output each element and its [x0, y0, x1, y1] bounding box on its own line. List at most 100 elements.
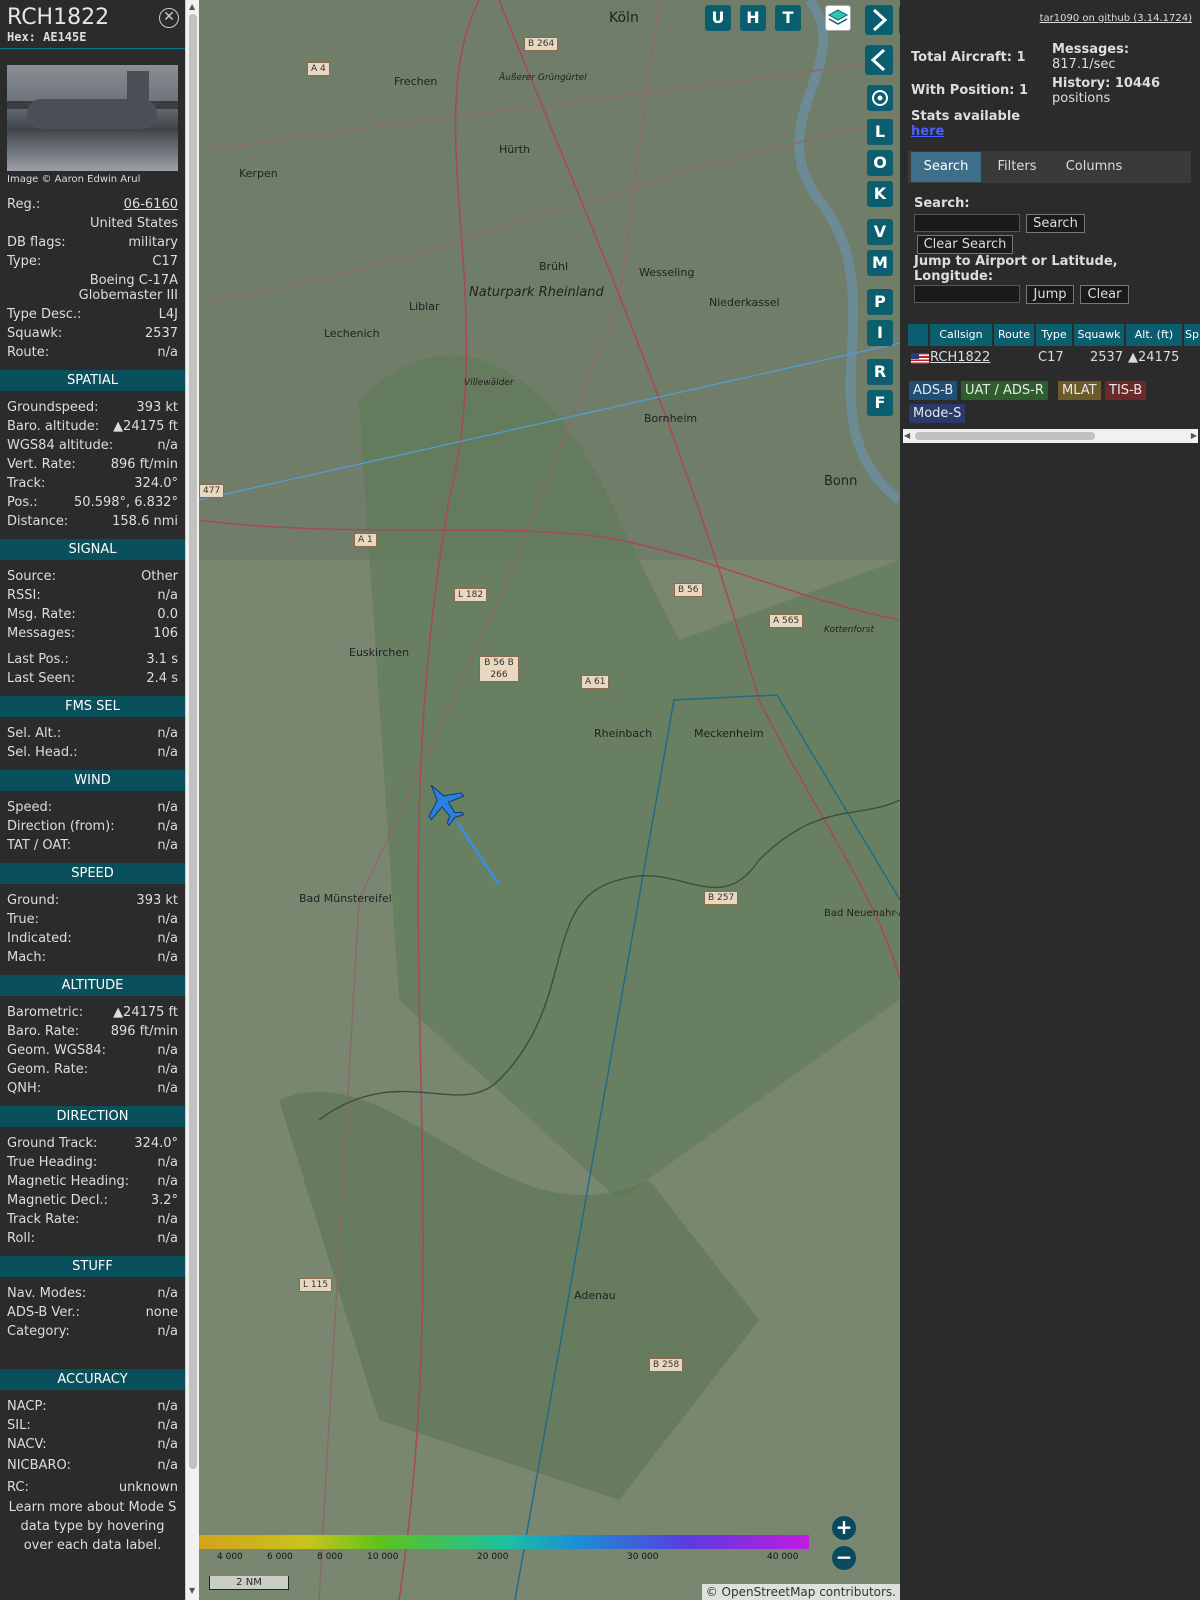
with-position: With Position: 1	[911, 83, 1029, 98]
detail-row-label: Track:	[7, 476, 46, 491]
chevron-right-icon[interactable]	[865, 5, 893, 35]
clear-button[interactable]: Clear	[1080, 285, 1129, 304]
detail-row-value[interactable]: 06-6160	[124, 195, 178, 214]
map-place-label: Villewälder	[464, 378, 514, 388]
detail-row: Sel. Alt.: n/a	[0, 724, 185, 743]
search-input[interactable]	[914, 214, 1020, 232]
map-btn-r[interactable]: R	[867, 359, 893, 385]
detail-row-value: 324.0°	[134, 476, 178, 491]
detail-row-label: QNH:	[7, 1081, 42, 1096]
map-place-label: Meckenheim	[694, 727, 764, 740]
map-canvas[interactable]: Köln Frechen Hürth Brühl Wesseling Niederkass…	[199, 0, 900, 1600]
col-flag[interactable]	[908, 324, 928, 346]
tab-filters[interactable]: Filters	[984, 152, 1050, 182]
detail-sections: SPATIAL Groundspeed: 393 kt Baro. altitude:…	[0, 370, 185, 1497]
detail-row-label: Pos.:	[7, 495, 38, 510]
detail-row: WGS84 altitude: n/a	[0, 436, 185, 455]
detail-row-value: 896 ft/min	[110, 457, 178, 472]
map-btn-m[interactable]: M	[867, 250, 893, 276]
detail-row: Ground Track: 324.0°	[0, 1134, 185, 1153]
jump-input[interactable]	[914, 285, 1020, 303]
chevron-left-icon[interactable]	[865, 45, 893, 75]
col-speed[interactable]: Sp	[1184, 324, 1200, 346]
map-road-label: B 258	[649, 1358, 684, 1372]
map-place-label: Rheinbach	[594, 727, 653, 740]
row-callsign[interactable]: RCH1822	[930, 348, 990, 368]
detail-row: Speed: n/a	[0, 798, 185, 817]
detail-row: Route: n/a	[0, 343, 185, 362]
col-altitude[interactable]: Alt. (ft)	[1126, 324, 1182, 346]
map-place-label: Naturpark Rheinland	[469, 285, 604, 300]
detail-row: ADS-B Ver.: none	[0, 1303, 185, 1322]
zoom-out-button[interactable]: −	[832, 1546, 856, 1570]
map-place-label: Kerpen	[239, 167, 278, 180]
scrollbar-thumb[interactable]	[189, 14, 197, 1469]
stats-link[interactable]: here	[911, 124, 944, 139]
detail-row-label: SIL:	[7, 1418, 31, 1433]
tab-search[interactable]: Search	[911, 152, 981, 182]
map-place-label: Wesseling	[639, 266, 695, 279]
map-btn-t[interactable]: T	[775, 5, 801, 31]
detail-row: Source: Other	[0, 567, 185, 586]
map-btn-f[interactable]: F	[867, 390, 893, 416]
detail-row-label: NICBARO:	[7, 1458, 71, 1473]
source-chip-mlat[interactable]: MLAT	[1058, 381, 1101, 400]
detail-row-value: n/a	[157, 588, 178, 603]
aircraft-photo[interactable]	[7, 65, 178, 171]
detail-row: Reg.: 06-6160	[0, 195, 185, 214]
map-btn-v[interactable]: V	[867, 219, 893, 245]
map-attribution[interactable]: © OpenStreetMap contributors.	[701, 1584, 900, 1600]
clear-search-button[interactable]: Clear Search	[917, 235, 1013, 254]
map-road-label: B 257	[704, 891, 739, 905]
detail-row-label: Msg. Rate:	[7, 607, 76, 622]
col-callsign[interactable]: Callsign	[930, 324, 992, 346]
section-header-fms-sel: FMS SEL	[0, 696, 185, 717]
detail-scrollbar[interactable]: ▲ ▼	[185, 0, 199, 1600]
detail-row-label: Direction (from):	[7, 819, 115, 834]
zoom-in-button[interactable]: +	[832, 1516, 856, 1540]
detail-row: Baro. altitude: ▲24175 ft	[0, 417, 185, 436]
version-link[interactable]: tar1090 on github (3.14.1724)	[1040, 13, 1192, 24]
detail-row: Geom. Rate: n/a	[0, 1060, 185, 1079]
row-squawk: 2537	[1090, 350, 1124, 365]
detail-row-label: True:	[7, 912, 39, 927]
detail-row: NICBARO: n/a	[0, 1454, 185, 1478]
col-type[interactable]: Type	[1036, 324, 1072, 346]
source-chip-mode-s[interactable]: Mode-S	[909, 404, 966, 423]
map-place-label: Lechenich	[324, 327, 380, 340]
col-route[interactable]: Route	[994, 324, 1034, 346]
jump-button[interactable]: Jump	[1026, 285, 1074, 304]
detail-row: DB flags: military	[0, 233, 185, 252]
map-place-label: Kottenforst	[824, 625, 874, 635]
map-btn-p[interactable]: P	[867, 289, 893, 315]
settings-gear-icon[interactable]	[867, 85, 893, 111]
map-btn-h[interactable]: H	[740, 5, 766, 31]
tab-columns[interactable]: Columns	[1053, 152, 1135, 182]
detail-callsign: RCH1822	[7, 5, 110, 30]
detail-row-label: Geom. WGS84:	[7, 1043, 107, 1058]
close-icon[interactable]: ✕	[159, 8, 179, 28]
map-place-label: Äußerer Grüngürtel	[499, 73, 587, 83]
layers-icon[interactable]	[825, 5, 851, 31]
map-btn-k[interactable]: K	[867, 181, 893, 207]
table-hscrollbar[interactable]: ◀ ▶	[903, 429, 1198, 443]
map-btn-l[interactable]: L	[867, 119, 893, 145]
source-chip-ads-b[interactable]: ADS-B	[909, 381, 958, 400]
map-btn-o[interactable]: O	[867, 150, 893, 176]
map-place-label: Brühl	[539, 260, 569, 273]
source-chip-tis-b[interactable]: TIS-B	[1105, 381, 1147, 400]
map-btn-u[interactable]: U	[705, 5, 731, 31]
map-road-label: 477	[199, 484, 225, 498]
map-btn-i[interactable]: I	[867, 320, 893, 346]
detail-row-label: Groundspeed:	[7, 400, 99, 415]
source-chip-uat-ads-r[interactable]: UAT / ADS-R	[961, 381, 1048, 400]
col-squawk[interactable]: Squawk	[1074, 324, 1124, 346]
section-header-wind: WIND	[0, 770, 185, 791]
aircraft-list-panel: tar1090 on github (3.14.1724) Total Airc…	[900, 0, 1200, 1600]
search-button[interactable]: Search	[1026, 214, 1085, 233]
detail-row: True: n/a	[0, 910, 185, 929]
detail-row-label: NACV:	[7, 1437, 47, 1452]
detail-row: Magnetic Decl.: 3.2°	[0, 1191, 185, 1210]
map-road-label: L 115	[299, 1278, 333, 1292]
map-road-label: B 264	[524, 37, 559, 51]
